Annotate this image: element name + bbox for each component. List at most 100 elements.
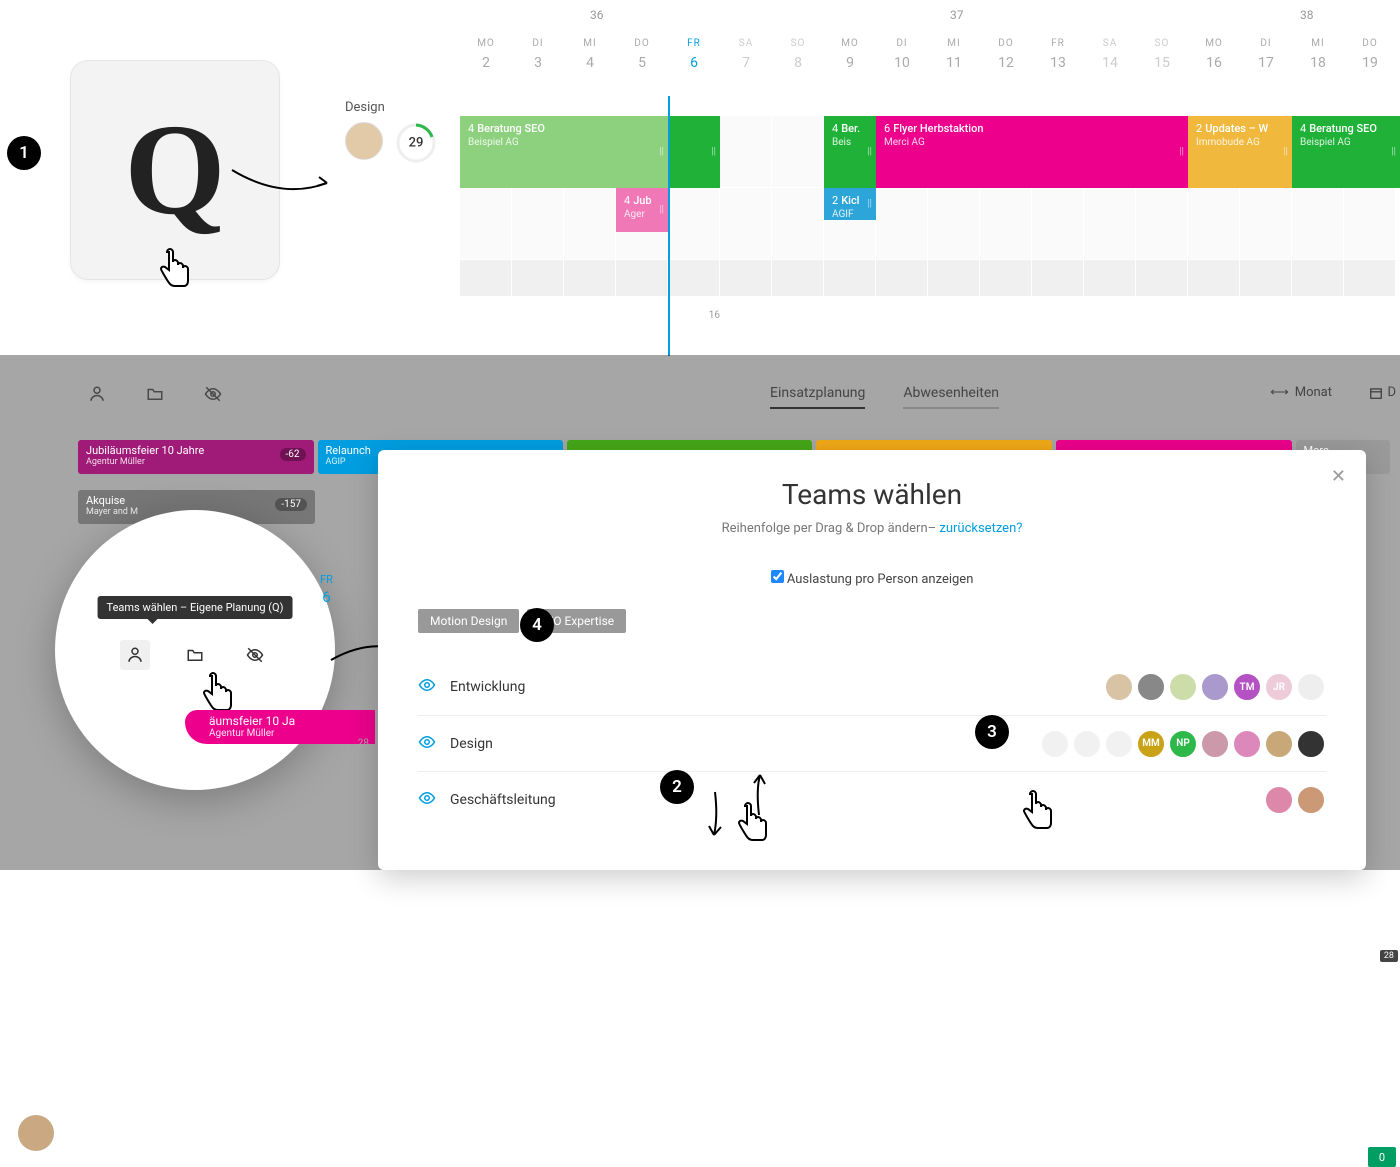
day-column: FR6 [668, 38, 720, 88]
day-column: DO19 [1344, 38, 1396, 88]
callout-badge-1: 1 [7, 136, 41, 170]
grid-cell [980, 188, 1032, 259]
avatar[interactable] [1264, 785, 1294, 815]
avatar[interactable]: NP [1168, 729, 1198, 759]
grid-cell [1188, 188, 1240, 259]
eye-off-icon[interactable] [204, 385, 222, 407]
zoom-project-bar[interactable]: äumsfeier 10 Ja Agentur Müller [185, 710, 375, 744]
grid-cell [876, 188, 928, 259]
eye-off-icon[interactable] [240, 640, 270, 670]
avatar[interactable] [1264, 729, 1294, 759]
eye-icon[interactable] [418, 676, 436, 698]
avatar[interactable] [1200, 729, 1230, 759]
tab-abwesenheiten[interactable]: Abwesenheiten [903, 385, 999, 409]
arrow-up-icon [744, 770, 774, 820]
label: Monat [1295, 385, 1332, 400]
grid-cell [1032, 188, 1084, 259]
day-column: MI11 [928, 38, 980, 88]
avatar[interactable] [1296, 785, 1326, 815]
close-icon[interactable]: ✕ [1331, 466, 1346, 487]
side-avatar[interactable] [18, 1115, 54, 1151]
avatar[interactable] [1072, 729, 1102, 759]
grid-cell [1136, 188, 1188, 259]
day-column: FR13 [1032, 38, 1084, 88]
range-d[interactable]: D [1369, 385, 1396, 400]
day-column: SO15 [1136, 38, 1188, 88]
avatar[interactable] [1232, 729, 1262, 759]
arrow-icon [227, 165, 337, 205]
tab-einsatzplanung[interactable]: Einsatzplanung [770, 385, 865, 409]
grid-cell [824, 260, 876, 296]
avatar[interactable] [1040, 729, 1070, 759]
avatar[interactable]: MM [1136, 729, 1166, 759]
task-bar[interactable]: 4JubAger|| [616, 188, 668, 232]
team-row[interactable]: DesignMMNP [418, 715, 1326, 771]
task-bar[interactable]: 2KiclAGIF|| [824, 188, 876, 220]
project-title: äumsfeier 10 Ja [209, 714, 351, 728]
avatar[interactable] [1200, 672, 1230, 702]
task-bar[interactable]: 6Flyer HerbstaktionMerci AG|| [876, 116, 1188, 188]
team-row[interactable]: EntwicklungTMJR [418, 659, 1326, 715]
modal-subtitle: Reihenfolge per Drag & Drop ändern– zurü… [418, 521, 1326, 536]
folder-icon[interactable] [146, 385, 164, 407]
grid-cell [1344, 188, 1396, 259]
teams-modal: ✕ Teams wählen Reihenfolge per Drag & Dr… [378, 450, 1366, 870]
avatar[interactable] [1104, 672, 1134, 702]
day-column: DO5 [616, 38, 668, 88]
tooltip: Teams wählen – Eigene Planung (Q) [98, 596, 293, 619]
week-numbers: 36 37 38 [460, 8, 1400, 28]
day-column: MO16 [1188, 38, 1240, 88]
range-monat[interactable]: ⟷Monat [1270, 385, 1332, 400]
modal-title: Teams wählen [418, 478, 1326, 511]
day-column: DI10 [876, 38, 928, 88]
filter-tag[interactable]: Motion Design [418, 609, 519, 633]
load-value: 29 [409, 136, 424, 151]
zoom-fr: FR6 [320, 573, 333, 606]
person-icon[interactable] [120, 640, 150, 670]
avatar[interactable] [1104, 729, 1134, 759]
project-sub: Agentur Müller [209, 728, 351, 739]
project-bar[interactable]: Jubiläumsfeier 10 JahreAgentur Müller-62 [78, 440, 314, 474]
callout-badge-4: 4 [520, 608, 554, 642]
team-row[interactable]: Geschäftsleitung [418, 771, 1326, 827]
avatar[interactable] [1168, 672, 1198, 702]
label: D [1387, 385, 1396, 400]
grid-cell [772, 260, 824, 296]
grid-cell [1084, 260, 1136, 296]
task-bar[interactable]: 2Updates – WImmobude AG|| [1188, 116, 1292, 188]
zoom-icons [120, 640, 270, 670]
task-bar[interactable]: || [668, 116, 720, 188]
avatar[interactable]: JR [1264, 672, 1294, 702]
teams-list: EntwicklungTMJRDesignMMNPGeschäftsleitun… [418, 659, 1326, 827]
day-column: DI17 [1240, 38, 1292, 88]
avatar[interactable] [1296, 729, 1326, 759]
timeline-row: 10 [460, 260, 1400, 296]
eye-icon[interactable] [418, 733, 436, 755]
group-label: Design [345, 100, 385, 115]
grid-cell [1292, 260, 1344, 296]
day-column: SO8 [772, 38, 824, 88]
grid-cell [1136, 260, 1188, 296]
eye-icon[interactable] [418, 789, 436, 811]
load-indicator: 29 [395, 122, 437, 164]
reset-link[interactable]: zurücksetzen? [939, 521, 1022, 536]
grid-cell [720, 260, 772, 296]
grid-cell [460, 188, 512, 259]
grid-cell [772, 116, 824, 187]
avatar[interactable]: TM [1232, 672, 1262, 702]
folder-icon[interactable] [180, 640, 210, 670]
task-bar[interactable]: 4Beratung SEOBeispiel AG|| [1292, 116, 1400, 188]
day-column: MI4 [564, 38, 616, 88]
user-avatar[interactable] [345, 122, 383, 160]
task-bar[interactable]: 4Beratung SEOBeispiel AG|| [460, 116, 668, 188]
day-column: DI3 [512, 38, 564, 88]
day-column: MO9 [824, 38, 876, 88]
grid-cell [1240, 260, 1292, 296]
avatar[interactable] [1136, 672, 1166, 702]
task-bar[interactable]: 4Ber.Beis|| [824, 116, 876, 188]
person-icon[interactable] [88, 385, 106, 407]
day-column: MI18 [1292, 38, 1344, 88]
show-load-checkbox[interactable] [771, 570, 784, 583]
avatar[interactable] [1296, 672, 1326, 702]
timeline-grid: 164Beratung SEOBeispiel AG||||4Ber.Beis|… [460, 116, 1400, 326]
